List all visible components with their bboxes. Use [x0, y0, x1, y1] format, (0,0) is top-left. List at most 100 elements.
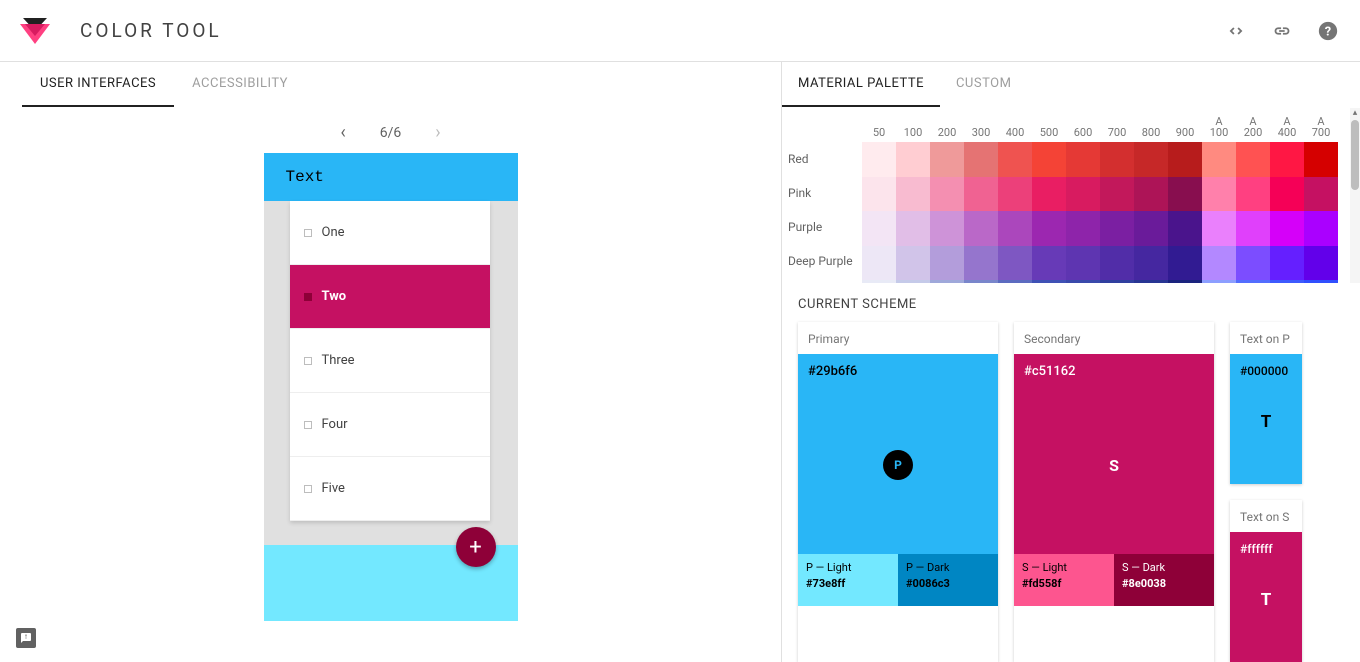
palette-swatch[interactable]: [1236, 280, 1270, 283]
list-item[interactable]: Three: [290, 329, 490, 393]
pager-prev[interactable]: ‹: [336, 118, 349, 147]
palette-swatch[interactable]: [1066, 177, 1100, 212]
palette-swatch[interactable]: [998, 177, 1032, 212]
tab-accessibility[interactable]: ACCESSIBILITY: [174, 62, 306, 107]
palette-swatch[interactable]: [1134, 142, 1168, 177]
scroll-up-icon[interactable]: ▴: [1350, 108, 1360, 118]
list-item[interactable]: One: [290, 201, 490, 265]
palette-swatch[interactable]: [1032, 177, 1066, 212]
palette-swatch[interactable]: [1304, 142, 1338, 177]
palette-swatch[interactable]: [1202, 211, 1236, 246]
palette-swatch[interactable]: [1270, 280, 1304, 283]
palette-swatch[interactable]: [1066, 280, 1100, 283]
text-on-secondary-card[interactable]: Text on S #ffffff T: [1230, 500, 1302, 662]
scrollbar-thumb[interactable]: [1351, 120, 1359, 190]
link-icon[interactable]: [1270, 19, 1294, 43]
palette-swatch[interactable]: [896, 246, 930, 281]
palette-scrollbar[interactable]: ▴ ▾: [1350, 108, 1360, 283]
palette-swatch[interactable]: [1270, 177, 1304, 212]
palette-swatch[interactable]: [1168, 246, 1202, 281]
palette-swatch[interactable]: [1304, 211, 1338, 246]
palette-swatch[interactable]: [1304, 246, 1338, 281]
palette-swatch[interactable]: [1168, 142, 1202, 177]
palette-swatch[interactable]: [964, 211, 998, 246]
palette-swatch[interactable]: [1202, 142, 1236, 177]
list-item[interactable]: Two: [290, 265, 490, 329]
text-on-primary-card[interactable]: Text on P #000000 T: [1230, 322, 1302, 484]
secondary-card[interactable]: Secondary #c51162 S S — Light#fd558f S —…: [1014, 322, 1214, 662]
tab-material-palette[interactable]: MATERIAL PALETTE: [782, 62, 940, 107]
palette-swatch[interactable]: [1304, 280, 1338, 283]
palette-swatch[interactable]: [964, 142, 998, 177]
palette-swatch[interactable]: [1202, 177, 1236, 212]
palette-swatch[interactable]: [1066, 211, 1100, 246]
palette-swatch[interactable]: [1202, 246, 1236, 281]
palette-swatch[interactable]: [1032, 246, 1066, 281]
palette-swatch[interactable]: [930, 177, 964, 212]
help-icon[interactable]: ?: [1316, 19, 1340, 43]
palette-swatch[interactable]: [1134, 280, 1168, 283]
secondary-swatch[interactable]: #c51162 S: [1014, 354, 1214, 554]
primary-card[interactable]: Primary #29b6f6 P P — Light#73e8ff P — D…: [798, 322, 998, 662]
code-icon[interactable]: [1224, 19, 1248, 43]
palette-swatch[interactable]: [998, 211, 1032, 246]
palette-swatch[interactable]: [896, 142, 930, 177]
palette-swatch[interactable]: [1100, 211, 1134, 246]
palette-swatch[interactable]: [862, 142, 896, 177]
palette-swatch[interactable]: [1032, 142, 1066, 177]
palette-swatch[interactable]: [896, 280, 930, 283]
palette-swatch[interactable]: [896, 177, 930, 212]
secondary-light-swatch[interactable]: S — Light#fd558f: [1014, 554, 1114, 606]
palette-swatch[interactable]: [1100, 177, 1134, 212]
palette-swatch[interactable]: [1168, 211, 1202, 246]
palette-swatch[interactable]: [1134, 246, 1168, 281]
palette-swatch[interactable]: [1066, 246, 1100, 281]
palette-swatch[interactable]: [862, 246, 896, 281]
palette-swatch[interactable]: [1270, 211, 1304, 246]
secondary-dark-swatch[interactable]: S — Dark#8e0038: [1114, 554, 1214, 606]
tab-custom[interactable]: CUSTOM: [940, 62, 1027, 107]
palette-swatch[interactable]: [964, 280, 998, 283]
list-item[interactable]: Five: [290, 457, 490, 521]
tab-user-interfaces[interactable]: USER INTERFACES: [22, 62, 174, 107]
palette-swatch[interactable]: [862, 211, 896, 246]
primary-dark-swatch[interactable]: P — Dark#0086c3: [898, 554, 998, 606]
palette-swatch[interactable]: [930, 280, 964, 283]
feedback-button[interactable]: [16, 628, 36, 648]
palette-swatch[interactable]: [1236, 177, 1270, 212]
palette-swatch[interactable]: [964, 177, 998, 212]
list-item[interactable]: Four: [290, 393, 490, 457]
palette-swatch[interactable]: [998, 246, 1032, 281]
palette-swatch[interactable]: [1270, 246, 1304, 281]
palette-swatch[interactable]: [1032, 280, 1066, 283]
text-on-s-swatch[interactable]: #ffffff T: [1230, 532, 1302, 662]
palette-swatch[interactable]: [930, 142, 964, 177]
palette-swatch[interactable]: [896, 211, 930, 246]
palette-swatch[interactable]: [930, 211, 964, 246]
palette-swatch[interactable]: [1100, 142, 1134, 177]
palette-swatch[interactable]: [998, 280, 1032, 283]
palette-swatch[interactable]: [1304, 177, 1338, 212]
palette-swatch[interactable]: [1032, 211, 1066, 246]
primary-light-swatch[interactable]: P — Light#73e8ff: [798, 554, 898, 606]
palette-swatch[interactable]: [1100, 246, 1134, 281]
palette-swatch[interactable]: [1270, 142, 1304, 177]
palette-swatch[interactable]: [1066, 142, 1100, 177]
palette-swatch[interactable]: [1100, 280, 1134, 283]
palette-swatch[interactable]: [964, 246, 998, 281]
app-logo[interactable]: [20, 18, 50, 44]
palette-swatch[interactable]: [930, 246, 964, 281]
palette-swatch[interactable]: [1236, 246, 1270, 281]
text-on-p-swatch[interactable]: #000000 T: [1230, 354, 1302, 484]
palette-swatch[interactable]: [1168, 280, 1202, 283]
palette-swatch[interactable]: [1168, 177, 1202, 212]
pager-next[interactable]: ›: [431, 118, 444, 147]
palette-swatch[interactable]: [862, 177, 896, 212]
palette-swatch[interactable]: [1134, 211, 1168, 246]
palette-swatch[interactable]: [1134, 177, 1168, 212]
primary-swatch[interactable]: #29b6f6 P: [798, 354, 998, 554]
palette-swatch[interactable]: [1236, 142, 1270, 177]
palette-swatch[interactable]: [998, 142, 1032, 177]
palette-swatch[interactable]: [862, 280, 896, 283]
palette-swatch[interactable]: [1236, 211, 1270, 246]
